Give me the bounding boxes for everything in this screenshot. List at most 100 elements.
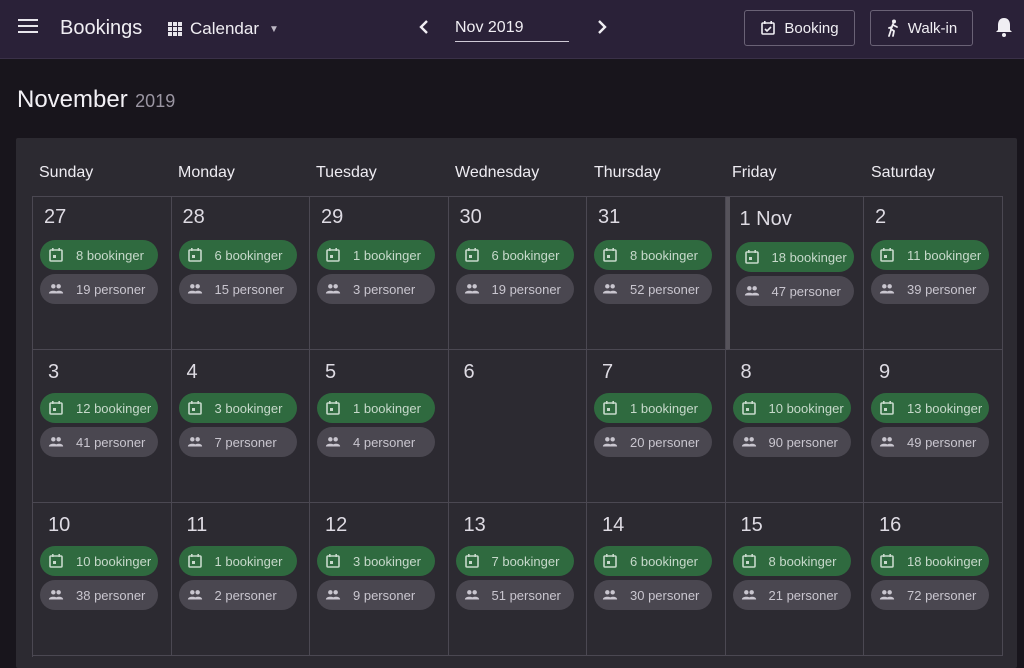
persons-chip[interactable]: 15 personer	[178, 274, 297, 304]
persons-count: 2 personer	[214, 587, 277, 603]
bookings-chip[interactable]: 10 bookinger	[40, 546, 158, 576]
calendar-day-cell[interactable]: 1 Nov 18 bookinger 47 personer	[725, 197, 864, 350]
calendar-day-cell[interactable]: 30 6 bookinger 19 personer	[448, 197, 587, 350]
bookings-chip[interactable]: 8 bookinger	[40, 240, 158, 270]
day-number: 6	[463, 361, 475, 383]
page-title: November 2019	[17, 86, 175, 114]
bookings-chip[interactable]: 7 bookinger	[455, 546, 574, 576]
calendar-day-cell[interactable]: 15 8 bookinger 21 personer	[725, 503, 864, 656]
people-icon	[325, 587, 341, 603]
persons-chip[interactable]: 20 personer	[594, 427, 712, 457]
weekday-header: Wednesday	[455, 164, 540, 181]
persons-chip[interactable]: 19 personer	[455, 274, 574, 304]
persons-count: 72 personer	[907, 587, 977, 603]
calendar-day-cell[interactable]: 16 18 bookinger 72 personer	[864, 503, 1003, 656]
calendar-icon	[744, 249, 760, 265]
bookings-chip[interactable]: 8 bookinger	[594, 240, 712, 270]
calendar-day-cell[interactable]: 8 10 bookinger 90 personer	[725, 350, 864, 503]
people-icon	[187, 587, 203, 603]
people-icon	[187, 434, 203, 450]
walk-in-button[interactable]: Walk-in	[870, 10, 973, 46]
bookings-count: 12 bookinger	[76, 400, 152, 416]
persons-chip[interactable]: 19 personer	[40, 274, 158, 304]
bookings-chip[interactable]: 18 bookinger	[735, 242, 854, 272]
persons-count: 49 personer	[907, 434, 977, 450]
next-month-button[interactable]	[595, 14, 609, 46]
persons-chip[interactable]: 2 personer	[178, 580, 297, 610]
calendar-day-cell[interactable]: 29 1 bookinger 3 personer	[310, 197, 449, 350]
previous-month-button[interactable]	[417, 14, 431, 46]
bookings-count: 7 bookinger	[491, 553, 560, 569]
calendar-icon	[187, 553, 203, 569]
booking-button-label: Booking	[784, 19, 839, 37]
new-booking-button[interactable]: Booking	[744, 10, 855, 46]
people-icon	[325, 434, 341, 450]
bookings-chip[interactable]: 11 bookinger	[871, 240, 989, 270]
persons-chip[interactable]: 3 personer	[317, 274, 435, 304]
bookings-chip[interactable]: 3 bookinger	[317, 546, 435, 576]
bookings-chip[interactable]: 18 bookinger	[871, 546, 989, 576]
bookings-count: 1 bookinger	[353, 247, 421, 263]
persons-chip[interactable]: 39 personer	[871, 274, 989, 304]
walking-person-icon	[887, 19, 898, 37]
bookings-count: 10 bookinger	[768, 400, 844, 416]
people-icon	[464, 587, 480, 603]
persons-chip[interactable]: 4 personer	[317, 427, 435, 457]
bookings-chip[interactable]: 6 bookinger	[455, 240, 574, 270]
day-number: 30	[459, 206, 482, 228]
persons-chip[interactable]: 90 personer	[732, 427, 851, 457]
people-icon	[879, 587, 895, 603]
bookings-chip[interactable]: 10 bookinger	[732, 393, 851, 423]
calendar-day-cell[interactable]: 12 3 bookinger 9 personer	[310, 503, 449, 656]
bookings-count: 8 bookinger	[768, 553, 837, 569]
calendar-day-cell[interactable]: 5 1 bookinger 4 personer	[310, 350, 449, 503]
bookings-chip[interactable]: 1 bookinger	[317, 393, 435, 423]
persons-chip[interactable]: 49 personer	[871, 427, 989, 457]
bookings-chip[interactable]: 1 bookinger	[594, 393, 712, 423]
persons-chip[interactable]: 9 personer	[317, 580, 435, 610]
bookings-chip[interactable]: 6 bookinger	[178, 240, 297, 270]
persons-chip[interactable]: 30 personer	[594, 580, 712, 610]
calendar-day-cell[interactable]: 28 6 bookinger 15 personer	[171, 197, 310, 350]
calendar-day-cell[interactable]: 3 12 bookinger 41 personer	[33, 350, 172, 503]
day-number: 31	[598, 206, 621, 228]
notifications-button[interactable]	[994, 16, 1014, 43]
bookings-chip[interactable]: 1 bookinger	[178, 546, 297, 576]
bookings-chip[interactable]: 12 bookinger	[40, 393, 158, 423]
calendar-day-cell[interactable]: 9 13 bookinger 49 personer	[864, 350, 1003, 503]
persons-chip[interactable]: 7 personer	[178, 427, 297, 457]
calendar-day-cell[interactable]: 31 8 bookinger 52 personer	[587, 197, 726, 350]
bookings-chip[interactable]: 6 bookinger	[594, 546, 712, 576]
persons-chip[interactable]: 72 personer	[871, 580, 989, 610]
day-number: 7	[602, 361, 614, 383]
calendar-day-cell[interactable]: 11 1 bookinger 2 personer	[171, 503, 310, 656]
bookings-chip[interactable]: 3 bookinger	[178, 393, 297, 423]
menu-button[interactable]	[18, 19, 38, 37]
calendar-icon	[879, 247, 895, 263]
persons-chip[interactable]: 51 personer	[455, 580, 574, 610]
persons-chip[interactable]: 47 personer	[735, 276, 854, 306]
weekday-header: Monday	[178, 164, 235, 181]
calendar-day-cell[interactable]: 14 6 bookinger 30 personer	[587, 503, 726, 656]
persons-chip[interactable]: 21 personer	[732, 580, 851, 610]
bookings-chip[interactable]: 8 bookinger	[732, 546, 851, 576]
persons-chip[interactable]: 52 personer	[594, 274, 712, 304]
calendar-day-cell[interactable]: 4 3 bookinger 7 personer	[171, 350, 310, 503]
month-field[interactable]	[455, 15, 569, 42]
persons-count: 7 personer	[214, 434, 277, 450]
persons-chip[interactable]: 38 personer	[40, 580, 158, 610]
day-number: 14	[602, 514, 625, 536]
bookings-chip[interactable]: 1 bookinger	[317, 240, 435, 270]
calendar-day-cell[interactable]: 13 7 bookinger 51 personer	[448, 503, 587, 656]
bookings-chip[interactable]: 13 bookinger	[871, 393, 989, 423]
calendar-day-cell[interactable]: 7 1 bookinger 20 personer	[587, 350, 726, 503]
view-selector[interactable]: Calendar ▼	[168, 19, 279, 39]
calendar-day-cell[interactable]: 2 11 bookinger 39 personer	[864, 197, 1003, 350]
calendar-day-cell[interactable]: 10 10 bookinger 38 personer	[33, 503, 172, 656]
day-number: 9	[879, 361, 891, 383]
calendar-day-cell[interactable]: 27 8 bookinger 19 personer	[33, 197, 172, 350]
calendar-grid: 27 8 bookinger 19 personer 28 6 bookinger 15 …	[32, 196, 1003, 657]
calendar-day-cell[interactable]: 6	[448, 350, 587, 503]
persons-chip[interactable]: 41 personer	[40, 427, 158, 457]
persons-count: 20 personer	[630, 434, 700, 450]
